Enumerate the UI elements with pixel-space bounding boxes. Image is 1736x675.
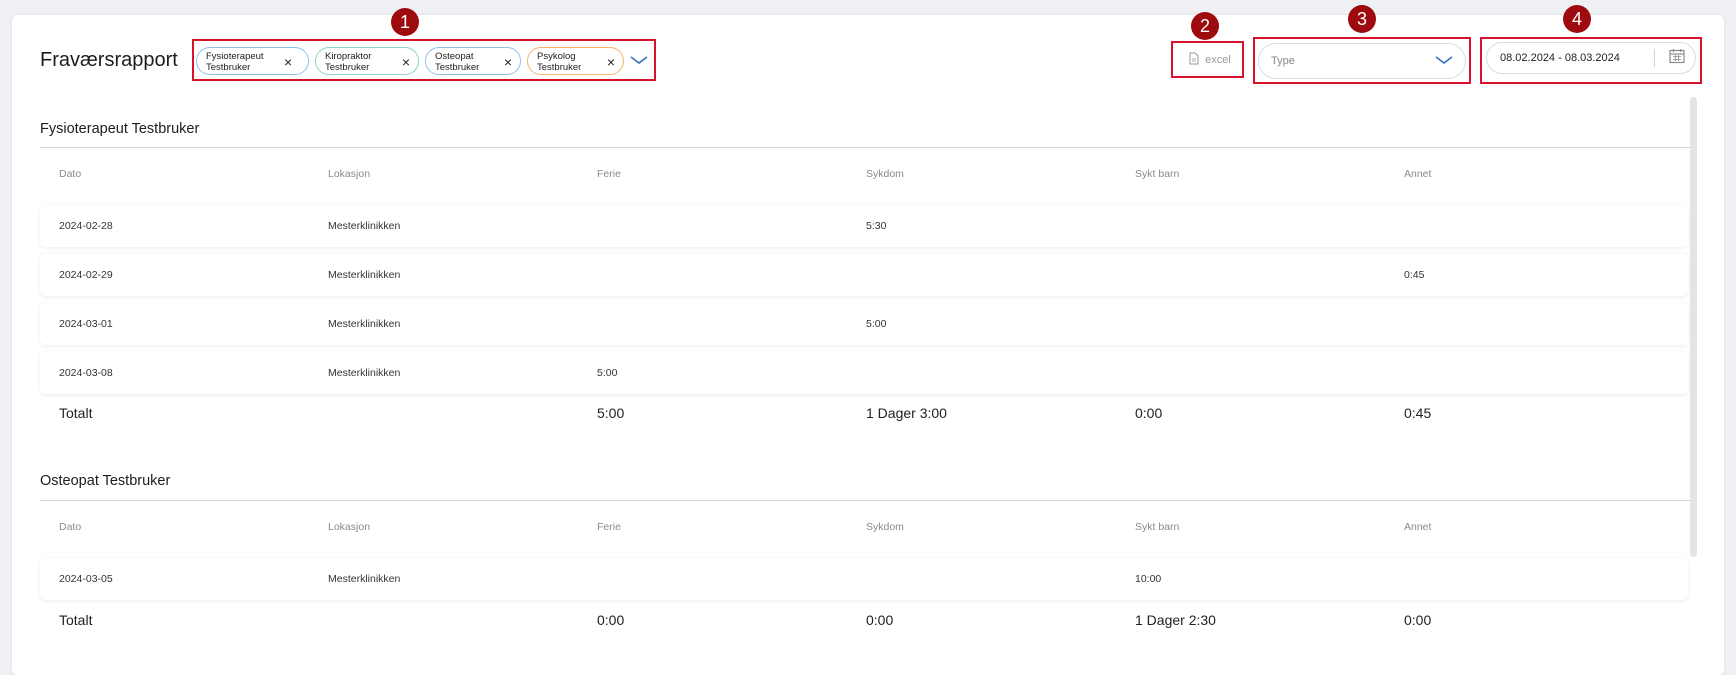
callout-marker-4: 4: [1563, 5, 1591, 33]
total-sykt-barn: 0:00: [1135, 405, 1163, 421]
cell-dato: 2024-03-01: [59, 318, 113, 330]
chip-psykolog[interactable]: Psykolog Testbruker ×: [527, 47, 624, 75]
column-header: Ferie: [597, 521, 621, 533]
total-sykdom: 1 Dager 3:00: [866, 405, 947, 421]
chip-label: Psykolog Testbruker: [537, 51, 582, 73]
document-icon: [1189, 52, 1199, 68]
column-header: Dato: [59, 168, 82, 180]
table-row: 2024-03-05 Mesterklinikken 10:00: [40, 558, 1688, 600]
excel-export-button[interactable]: excel: [1176, 44, 1244, 76]
cell-dato: 2024-03-08: [59, 367, 113, 379]
close-icon[interactable]: ×: [607, 55, 615, 69]
column-header: Lokasjon: [328, 168, 371, 180]
cell-sykt-barn: 10:00: [1135, 573, 1162, 585]
section-title: Osteopat Testbruker: [40, 473, 171, 489]
user-filter-chips[interactable]: Fysioterapeut Testbruker × Kiropraktor T…: [196, 46, 648, 76]
cell-lokasjon: Mesterklinikken: [328, 220, 401, 232]
cell-sykdom: 5:30: [866, 220, 887, 232]
total-annet: 0:45: [1404, 405, 1432, 421]
divider: [1653, 49, 1655, 67]
cell-ferie: 5:00: [597, 367, 618, 379]
chip-label: Kiropraktor Testbruker: [325, 51, 372, 73]
close-icon[interactable]: ×: [284, 55, 292, 69]
calendar-icon[interactable]: [1669, 48, 1685, 69]
column-header: Lokasjon: [328, 521, 371, 533]
table-row: 2024-03-08 Mesterklinikken 5:00: [40, 352, 1688, 394]
total-ferie: 0:00: [597, 612, 625, 628]
callout-marker-3: 3: [1348, 5, 1376, 33]
section-title: Fysioterapeut Testbruker: [40, 121, 200, 137]
excel-label: excel: [1205, 54, 1231, 66]
column-header: Sykt barn: [1135, 168, 1180, 180]
column-header: Annet: [1404, 521, 1432, 533]
chip-fysioterapeut[interactable]: Fysioterapeut Testbruker ×: [196, 47, 309, 75]
total-label: Totalt: [59, 612, 93, 628]
callout-marker-1: 1: [391, 8, 419, 36]
cell-lokasjon: Mesterklinikken: [328, 367, 401, 379]
total-label: Totalt: [59, 405, 93, 421]
close-icon[interactable]: ×: [402, 55, 410, 69]
total-sykt-barn: 1 Dager 2:30: [1135, 612, 1216, 628]
cell-lokasjon: Mesterklinikken: [328, 318, 401, 330]
column-header: Sykt barn: [1135, 521, 1180, 533]
column-header: Ferie: [597, 168, 621, 180]
column-header: Annet: [1404, 168, 1432, 180]
table-row: 2024-03-01 Mesterklinikken 5:00: [40, 303, 1688, 345]
callout-marker-2: 2: [1191, 12, 1219, 40]
date-range-value: 08.02.2024 - 08.03.2024: [1500, 52, 1620, 64]
total-annet: 0:00: [1404, 612, 1432, 628]
date-range-field[interactable]: 08.02.2024 - 08.03.2024: [1486, 42, 1696, 74]
section-divider: [40, 147, 1690, 148]
total-ferie: 5:00: [597, 405, 625, 421]
cell-annet: 0:45: [1404, 269, 1425, 281]
cell-dato: 2024-03-05: [59, 573, 113, 585]
chevron-down-icon: [1435, 52, 1453, 70]
scrollbar[interactable]: [1690, 97, 1697, 557]
column-header: Sykdom: [866, 168, 904, 180]
cell-sykdom: 5:00: [866, 318, 887, 330]
chip-osteopat[interactable]: Osteopat Testbruker ×: [425, 47, 521, 75]
table-row: 2024-02-28 Mesterklinikken 5:30: [40, 205, 1688, 247]
chip-label: Osteopat Testbruker: [435, 51, 480, 73]
close-icon[interactable]: ×: [504, 55, 512, 69]
section-divider: [40, 500, 1690, 501]
cell-lokasjon: Mesterklinikken: [328, 269, 401, 281]
page-title: Fraværsrapport: [40, 49, 178, 71]
cell-dato: 2024-02-29: [59, 269, 113, 281]
cell-dato: 2024-02-28: [59, 220, 113, 232]
chip-kiropraktor[interactable]: Kiropraktor Testbruker ×: [315, 47, 419, 75]
total-sykdom: 0:00: [866, 612, 894, 628]
chip-label: Fysioterapeut Testbruker: [206, 51, 264, 73]
column-header: Dato: [59, 521, 82, 533]
type-select[interactable]: Type: [1258, 43, 1466, 79]
type-placeholder: Type: [1271, 55, 1295, 67]
table-row: 2024-02-29 Mesterklinikken 0:45: [40, 254, 1688, 296]
chevron-down-icon[interactable]: [630, 54, 648, 68]
column-header: Sykdom: [866, 521, 904, 533]
cell-lokasjon: Mesterklinikken: [328, 573, 401, 585]
